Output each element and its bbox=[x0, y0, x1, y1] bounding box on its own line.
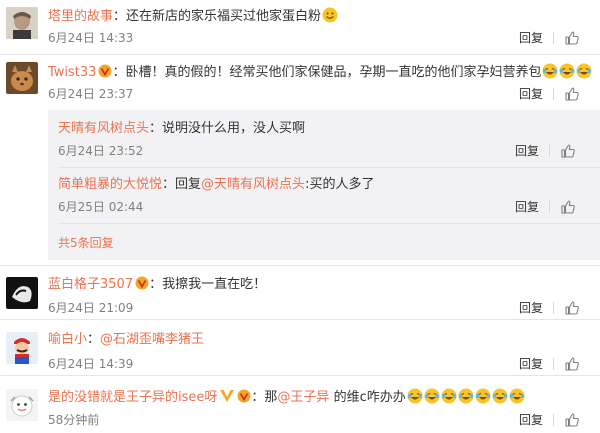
sub-reply-actions: 回复 bbox=[515, 142, 576, 160]
comment-time: 6月24日 23:37 bbox=[48, 87, 134, 101]
comment-prefix: 那 bbox=[264, 390, 278, 405]
reply-button[interactable]: 回复 bbox=[515, 142, 539, 160]
comment-text: 卧槽！真的假的！经常买他们家保健品，孕期一直吃的他们家孕妇营养包 bbox=[125, 65, 542, 80]
reply-button[interactable]: 回复 bbox=[519, 299, 543, 317]
action-divider bbox=[553, 88, 554, 100]
comment-item: 蓝白格子3507 ：我擦我一直在吃！ 6月24日 21:09 回复 bbox=[0, 265, 600, 320]
laugh-cry-emoji-icon bbox=[475, 388, 491, 404]
comment-text: 的维c咋办办 bbox=[329, 390, 406, 405]
vip-badge-icon bbox=[135, 276, 149, 290]
username[interactable]: 天晴有风树点头 bbox=[58, 121, 149, 136]
laugh-cry-emoji-icon bbox=[509, 388, 525, 404]
comment-content: 喻白小：@石湖歪嘴李猪王 bbox=[48, 332, 205, 347]
comment-actions: 回复 bbox=[519, 85, 580, 103]
sub-reply-item: 简单粗暴的大悦悦：回复@天晴有风树点头:买的人多了 6月25日 02:44 回复 bbox=[58, 168, 600, 224]
mention-link[interactable]: @王子异 bbox=[277, 390, 329, 405]
sub-reply-actions: 回复 bbox=[515, 198, 576, 216]
sub-reply-content: 天晴有风树点头：说明没什么用，没人买啊 bbox=[58, 121, 306, 136]
avatar[interactable] bbox=[6, 389, 38, 421]
sub-reply-content: 简单粗暴的大悦悦：回复@天晴有风树点头:买的人多了 bbox=[58, 177, 375, 192]
laugh-cry-emoji-icon bbox=[542, 63, 558, 79]
laugh-cry-emoji-icon bbox=[576, 63, 592, 79]
v-badge-icon bbox=[220, 390, 235, 402]
comment-content: 是的没错就是王子异的isee呀 ：那@王子异 的维c咋办办 bbox=[48, 388, 594, 407]
sub-reply-time: 6月24日 23:52 bbox=[58, 144, 144, 158]
sub-reply-text: 说明没什么用，没人买啊 bbox=[162, 121, 306, 136]
comment-actions: 回复 bbox=[519, 29, 580, 47]
laugh-cry-emoji-icon bbox=[407, 388, 423, 404]
action-divider bbox=[553, 32, 554, 44]
username[interactable]: 喻白小 bbox=[48, 332, 87, 347]
comment-text: 还在新店的家乐福买过他家蛋白粉 bbox=[126, 9, 322, 24]
grin-emoji-icon bbox=[322, 7, 338, 23]
comment-time: 58分钟前 bbox=[48, 413, 100, 427]
comment-item: 是的没错就是王子异的isee呀 ：那@王子异 的维c咋办办 58分钟前 回复 bbox=[0, 376, 600, 433]
thumbs-up-icon[interactable] bbox=[564, 30, 580, 46]
comment-actions: 回复 bbox=[519, 299, 580, 317]
username[interactable]: 是的没错就是王子异的isee呀 bbox=[48, 390, 217, 405]
laugh-cry-emoji-icon bbox=[559, 63, 575, 79]
comment-content: Twist33 ：卧槽！真的假的！经常买他们家保健品，孕期一直吃的他们家孕妇营养包 bbox=[48, 63, 594, 82]
sub-reply-item: 天晴有风树点头：说明没什么用，没人买啊 6月24日 23:52 回复 bbox=[58, 110, 600, 168]
reply-button[interactable]: 回复 bbox=[515, 198, 539, 216]
sub-reply-prefix: 回复 bbox=[175, 177, 202, 192]
comment-text: 我擦我一直在吃！ bbox=[162, 277, 267, 292]
action-divider bbox=[553, 358, 554, 370]
action-divider bbox=[549, 201, 550, 213]
comment-time: 6月24日 14:39 bbox=[48, 357, 134, 371]
laugh-cry-emoji-icon bbox=[492, 388, 508, 404]
action-divider bbox=[553, 414, 554, 426]
more-replies-link[interactable]: 共5条回复 bbox=[58, 234, 114, 251]
username[interactable]: Twist33 bbox=[48, 65, 96, 80]
thumbs-up-icon[interactable] bbox=[560, 143, 576, 159]
username[interactable]: 蓝白格子3507 bbox=[48, 277, 133, 292]
reply-button[interactable]: 回复 bbox=[519, 411, 543, 429]
reply-button[interactable]: 回复 bbox=[519, 355, 543, 373]
comment-actions: 回复 bbox=[519, 355, 580, 373]
vip-badge-icon bbox=[98, 64, 112, 78]
sub-reply-block: 天晴有风树点头：说明没什么用，没人买啊 6月24日 23:52 回复 简单粗暴的… bbox=[48, 110, 600, 260]
mention-link[interactable]: @石湖歪嘴李猪王 bbox=[100, 332, 204, 347]
username[interactable]: 简单粗暴的大悦悦 bbox=[58, 177, 162, 192]
action-divider bbox=[553, 302, 554, 314]
reply-button[interactable]: 回复 bbox=[519, 29, 543, 47]
comment-content: 蓝白格子3507 ：我擦我一直在吃！ bbox=[48, 276, 267, 292]
comment-actions: 回复 bbox=[519, 411, 580, 429]
sub-reply-time: 6月25日 02:44 bbox=[58, 200, 144, 214]
comment-content: 塔里的故事：还在新店的家乐福买过他家蛋白粉 bbox=[48, 7, 594, 26]
laugh-cry-emoji-icon bbox=[458, 388, 474, 404]
thumbs-up-icon[interactable] bbox=[564, 86, 580, 102]
laugh-cry-emoji-icon bbox=[424, 388, 440, 404]
vip-badge-icon bbox=[237, 389, 251, 403]
avatar[interactable] bbox=[6, 62, 38, 94]
reply-button[interactable]: 回复 bbox=[519, 85, 543, 103]
thumbs-up-icon[interactable] bbox=[564, 356, 580, 372]
comment-item: 塔里的故事：还在新店的家乐福买过他家蛋白粉 6月24日 14:33 回复 bbox=[0, 0, 600, 55]
comment-time: 6月24日 21:09 bbox=[48, 301, 134, 315]
username[interactable]: 塔里的故事 bbox=[48, 9, 113, 24]
laugh-cry-emoji-icon bbox=[441, 388, 457, 404]
comment-time: 6月24日 14:33 bbox=[48, 31, 134, 45]
avatar[interactable] bbox=[6, 277, 38, 309]
thumbs-up-icon[interactable] bbox=[564, 412, 580, 428]
thumbs-up-icon[interactable] bbox=[560, 199, 576, 215]
comment-item: 喻白小：@石湖歪嘴李猪王 6月24日 14:39 回复 bbox=[0, 320, 600, 376]
sub-reply-text: :买的人多了 bbox=[305, 177, 375, 192]
mention-link[interactable]: @天晴有风树点头 bbox=[201, 177, 305, 192]
thumbs-up-icon[interactable] bbox=[564, 300, 580, 316]
avatar[interactable] bbox=[6, 7, 38, 39]
avatar[interactable] bbox=[6, 332, 38, 364]
action-divider bbox=[549, 145, 550, 157]
